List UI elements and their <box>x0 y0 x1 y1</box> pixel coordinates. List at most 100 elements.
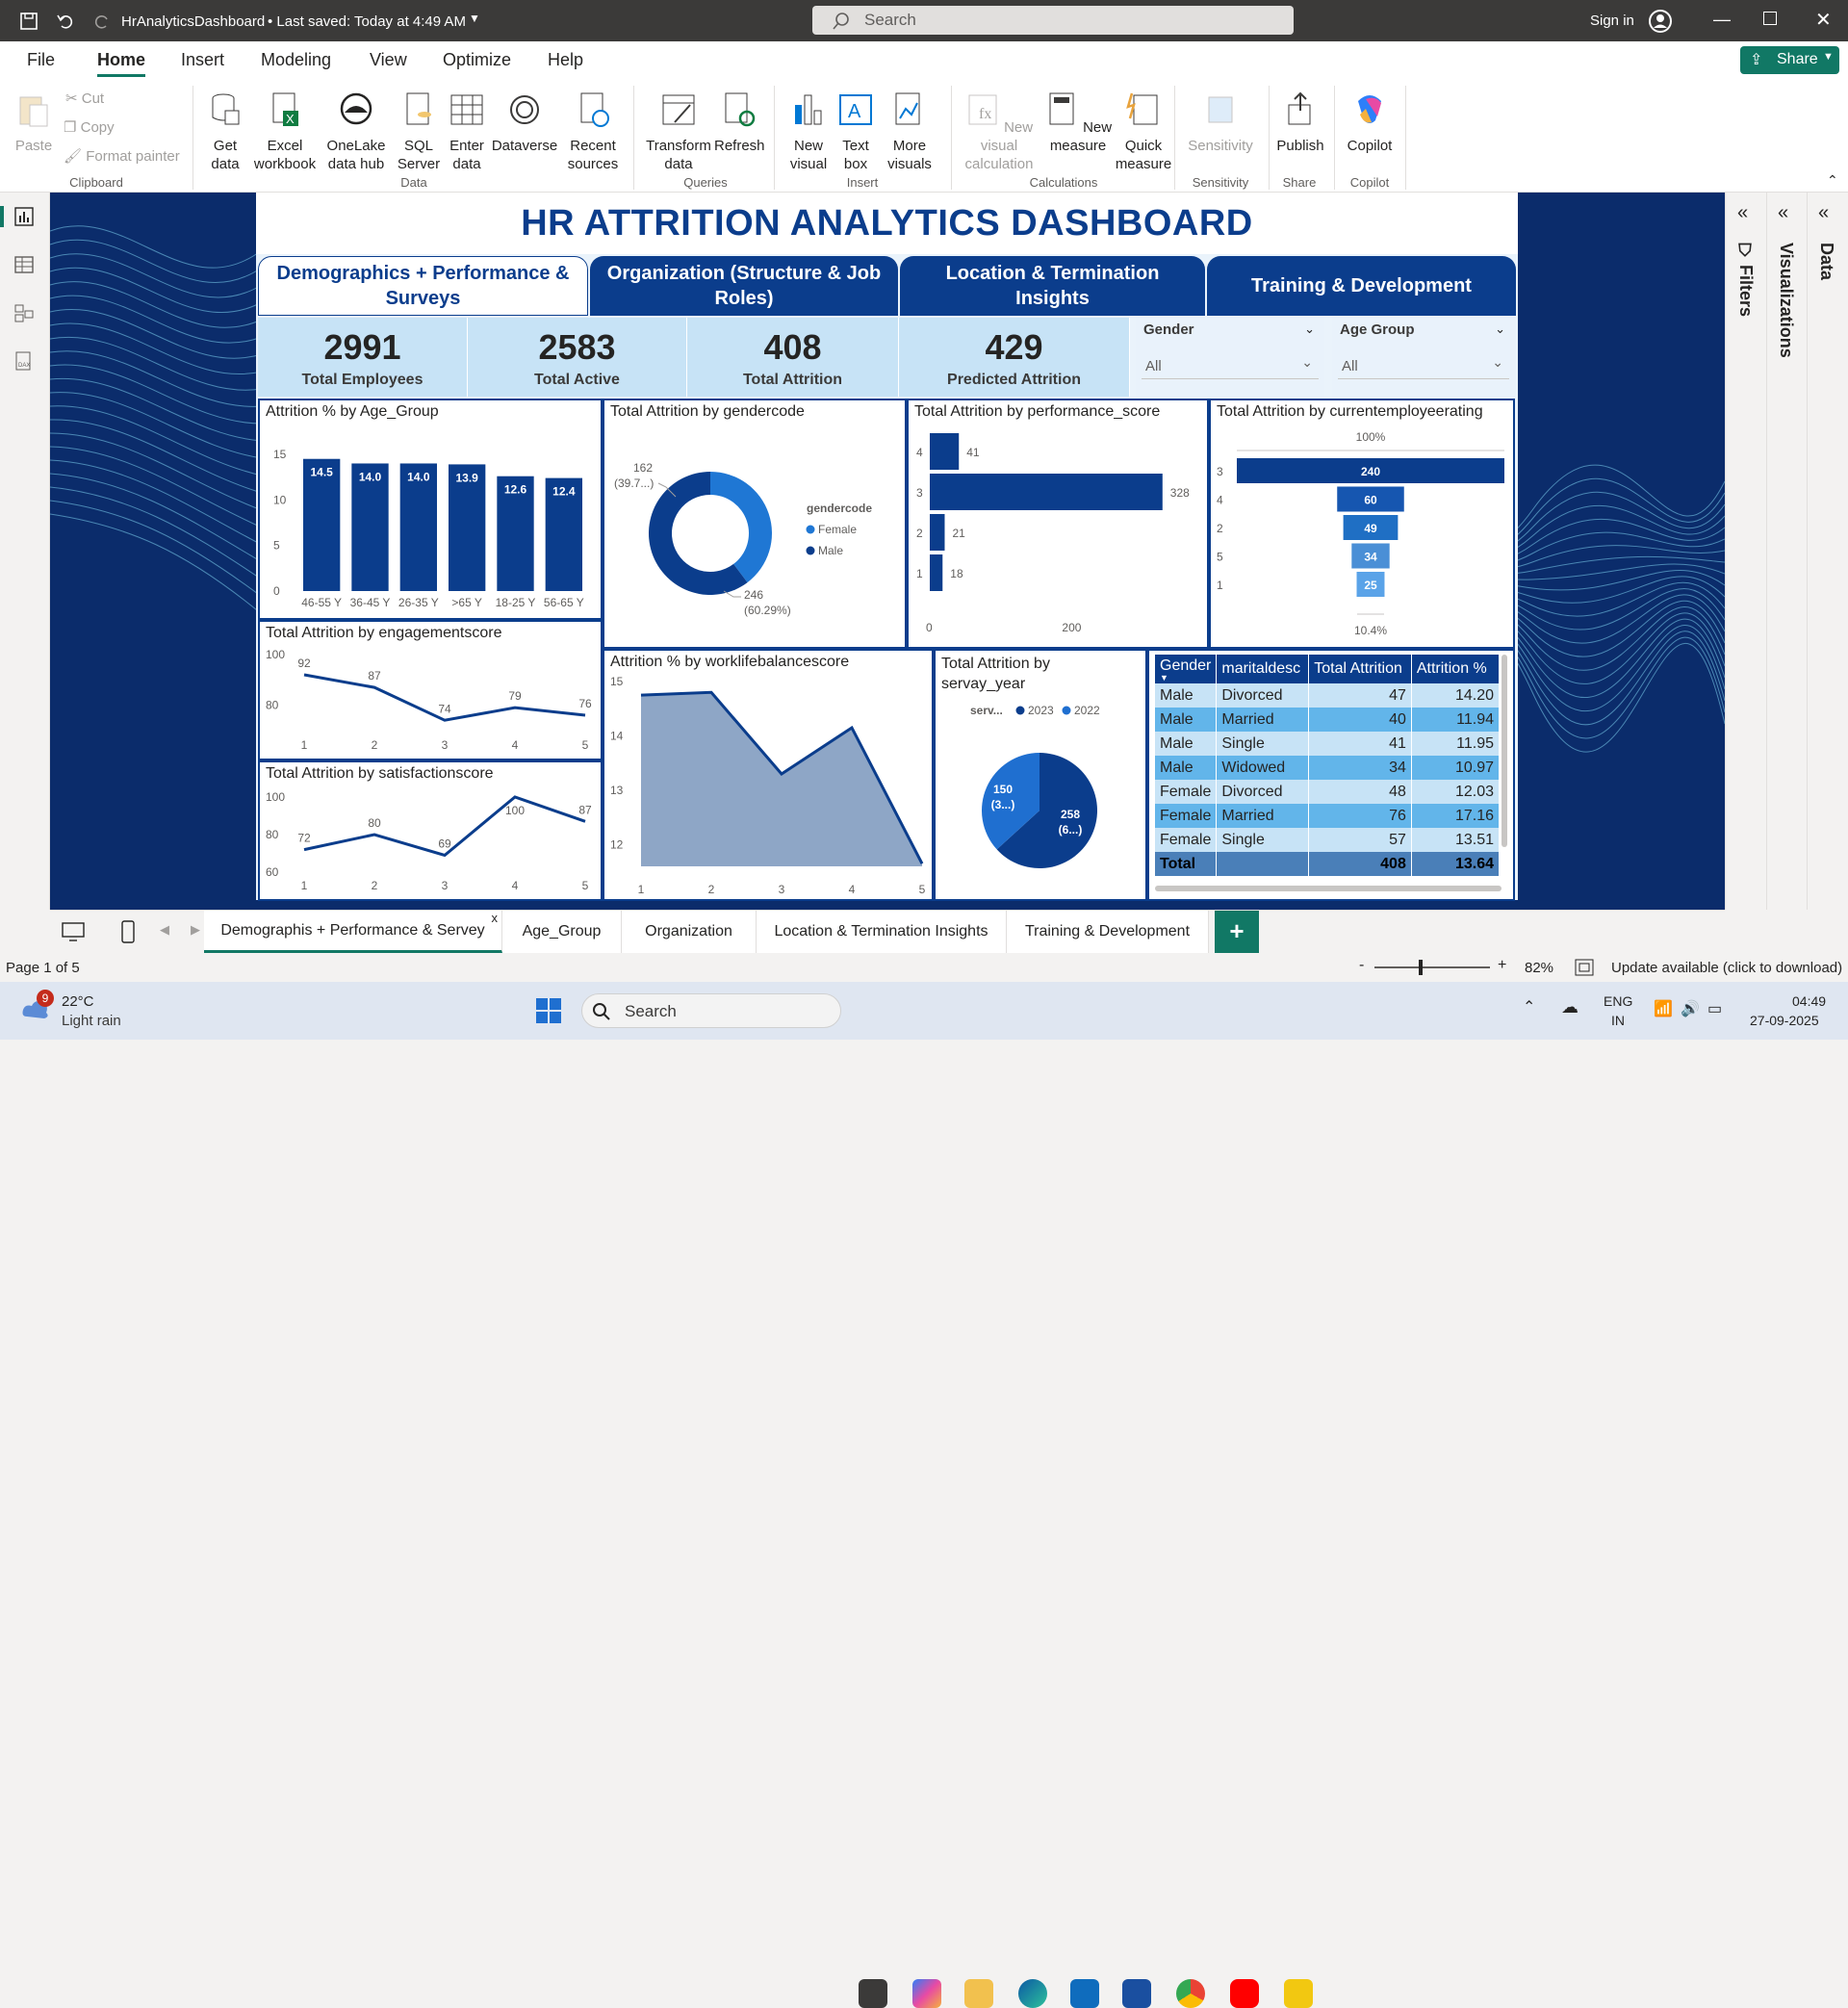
gender-donut-chart[interactable]: Total Attrition by gendercode gendercode… <box>603 399 907 649</box>
sign-in-link[interactable]: Sign in <box>1590 13 1634 29</box>
show-hidden-icons-icon[interactable]: ⌃ <box>1523 997 1535 1017</box>
collapse-ribbon-icon[interactable]: ⌃ <box>1827 172 1838 189</box>
undo-icon[interactable] <box>56 12 75 31</box>
fit-to-page-icon[interactable] <box>1575 959 1594 976</box>
quick-measure-button[interactable]: Quick measure <box>1113 91 1174 173</box>
performance-score-chart[interactable]: Total Attrition by performance_score 4 41… <box>907 399 1209 649</box>
volume-icon[interactable]: 🔊 <box>1681 999 1700 1018</box>
edge-icon[interactable] <box>1018 1979 1047 2008</box>
network-status-icon[interactable]: ☁ <box>1561 997 1578 1017</box>
minimize-icon[interactable]: — <box>1713 10 1731 30</box>
table-row[interactable]: Male Divorced 47 14.20 <box>1155 683 1501 708</box>
gender-slicer[interactable]: Gender ⌄ All ⌄ <box>1136 318 1324 397</box>
account-icon[interactable] <box>1648 9 1673 34</box>
taskbar-search[interactable]: Search <box>581 993 841 1028</box>
recent-sources-button[interactable]: Recent sources <box>562 91 624 173</box>
clock-time[interactable]: 04:49 <box>1792 993 1826 1009</box>
cut-button[interactable]: ✂ Cut <box>65 90 104 108</box>
enter-data-button[interactable]: Enter data <box>445 91 489 173</box>
new-measure-button[interactable]: New measure <box>1043 91 1113 155</box>
copy-button[interactable]: ❐ Copy <box>64 118 115 137</box>
visualizations-pane-tab[interactable]: Visualizations <box>1776 243 1796 358</box>
dataverse-button[interactable]: Dataverse <box>491 91 558 155</box>
save-icon[interactable] <box>19 12 38 31</box>
store-icon[interactable] <box>1122 1979 1151 2008</box>
satisfaction-score-chart[interactable]: Total Attrition by satisfactionscore 60 8… <box>258 760 603 901</box>
youtube-icon[interactable] <box>1230 1979 1259 2008</box>
onelake-button[interactable]: OneLake data hub <box>320 91 393 173</box>
collapse-data-icon[interactable]: « <box>1818 202 1829 224</box>
table-header[interactable]: maritaldesc <box>1216 655 1310 683</box>
chevron-down-icon[interactable]: ⌄ <box>1495 322 1505 337</box>
wifi-icon[interactable]: 📶 <box>1654 999 1673 1018</box>
report-view-icon[interactable] <box>13 206 35 227</box>
new-visual-button[interactable]: New visual <box>783 91 834 173</box>
nav-location-button[interactable]: Location & Termination Insights <box>900 256 1205 316</box>
battery-icon[interactable]: ▭ <box>1707 999 1722 1018</box>
tab-scroll-left-icon[interactable]: ◀ <box>160 922 169 938</box>
copilot-button[interactable]: Copilot <box>1340 91 1399 155</box>
zoom-out-icon[interactable]: - <box>1359 957 1364 974</box>
table-header[interactable]: Total Attrition <box>1308 655 1412 683</box>
data-pane-tab[interactable]: Data <box>1816 243 1836 280</box>
start-windows-icon[interactable] <box>535 997 562 1024</box>
menu-view[interactable]: View <box>370 50 407 70</box>
language-indicator[interactable]: ENG <box>1604 993 1632 1009</box>
format-painter-button[interactable]: 🖌 Format painter <box>64 147 180 166</box>
nav-organization-button[interactable]: Organization (Structure & Job Roles) <box>590 256 898 316</box>
age-group-slicer[interactable]: Age Group ⌄ All ⌄ <box>1332 318 1515 397</box>
chevron-down-icon[interactable]: ⌄ <box>1304 322 1315 337</box>
transform-data-button[interactable]: Transform data <box>643 91 714 173</box>
search-input[interactable]: Search <box>812 6 1294 35</box>
age-group-dropdown[interactable]: All ⌄ <box>1338 350 1509 379</box>
power-bi-icon[interactable] <box>1284 1979 1313 2008</box>
clock-date[interactable]: 27-09-2025 <box>1750 1013 1819 1028</box>
table-row[interactable]: Female Single 57 13.51 <box>1155 828 1501 852</box>
dax-query-view-icon[interactable]: DAX <box>13 350 35 372</box>
menu-modeling[interactable]: Modeling <box>261 50 331 70</box>
survey-year-chart[interactable]: Total Attrition by servay_year serv... 20… <box>934 649 1147 901</box>
age-group-chart[interactable]: Attrition % by Age_Group 0 5 10 15 14.5 46-55… <box>258 399 603 620</box>
chevron-down-icon[interactable]: ▼ <box>469 12 480 25</box>
new-visual-calculation-button[interactable]: fx New visual calculation <box>959 91 1040 173</box>
menu-help[interactable]: Help <box>548 50 583 70</box>
collapse-visualizations-icon[interactable]: « <box>1778 202 1788 224</box>
engagement-score-chart[interactable]: Total Attrition by engagementscore 80 100… <box>258 620 603 760</box>
employee-rating-chart[interactable]: Total Attrition by currentemployeerating… <box>1209 399 1515 649</box>
collapse-filters-icon[interactable]: « <box>1737 202 1748 224</box>
zoom-in-icon[interactable]: + <box>1498 957 1506 974</box>
model-view-icon[interactable] <box>13 302 35 323</box>
zoom-slider-thumb[interactable] <box>1419 960 1423 975</box>
get-data-button[interactable]: Get data <box>200 91 250 173</box>
tab-location-termination[interactable]: Location & Termination Insights <box>757 911 1007 953</box>
update-available-link[interactable]: Update available (click to download) <box>1611 960 1842 976</box>
table-view-icon[interactable] <box>13 254 35 275</box>
table-row[interactable]: Male Single 41 11.95 <box>1155 732 1501 756</box>
tab-age-group[interactable]: Age_Group <box>502 911 622 953</box>
maximize-icon[interactable] <box>1763 12 1777 25</box>
menu-home[interactable]: Home <box>97 50 146 77</box>
close-icon[interactable]: ✕ <box>1815 8 1832 32</box>
tab-organization[interactable]: Organization <box>622 911 757 953</box>
more-visuals-button[interactable]: More visuals <box>880 91 939 173</box>
table-row[interactable]: Male Widowed 34 10.97 <box>1155 756 1501 780</box>
chrome-icon[interactable] <box>1176 1979 1205 2008</box>
excel-workbook-button[interactable]: X Excel workbook <box>252 91 318 173</box>
tab-training-development[interactable]: Training & Development <box>1007 911 1209 953</box>
worklife-balance-chart[interactable]: Attrition % by worklifebalancescore 12 13… <box>603 649 934 901</box>
file-explorer-icon[interactable] <box>964 1979 993 2008</box>
add-page-button[interactable]: + <box>1215 911 1259 953</box>
refresh-button[interactable]: Refresh <box>714 91 765 155</box>
table-h-scrollbar[interactable] <box>1155 886 1502 891</box>
table-row[interactable]: Female Married 76 17.16 <box>1155 804 1501 828</box>
nav-training-button[interactable]: Training & Development <box>1207 256 1516 316</box>
redo-icon[interactable] <box>92 12 112 31</box>
sensitivity-button[interactable]: Sensitivity <box>1182 91 1259 155</box>
mobile-layout-icon[interactable] <box>121 920 135 943</box>
paste-button[interactable]: Paste <box>12 91 56 155</box>
tab-scroll-right-icon[interactable]: ▶ <box>191 922 200 938</box>
menu-optimize[interactable]: Optimize <box>443 50 511 70</box>
close-tab-icon[interactable]: x <box>492 911 499 925</box>
nav-demographics-button[interactable]: Demographics + Performance & Surveys <box>258 256 588 316</box>
share-button[interactable]: ⇪ Share ▼ <box>1740 46 1839 74</box>
